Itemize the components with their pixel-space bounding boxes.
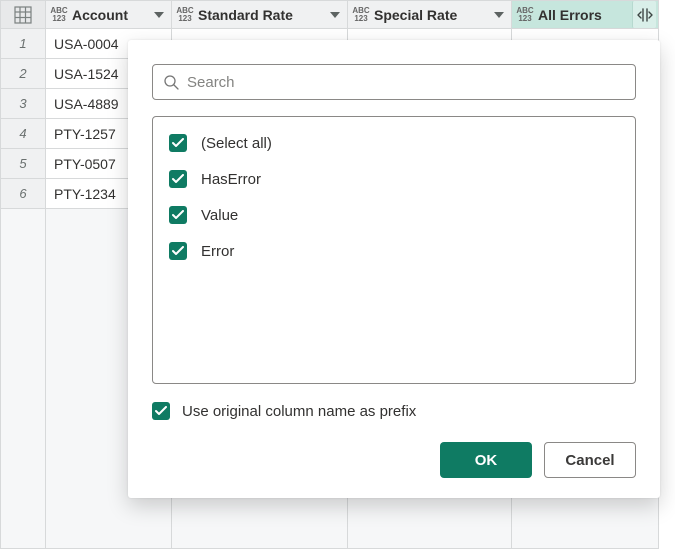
- select-all-cell[interactable]: [1, 1, 46, 29]
- expand-column-icon[interactable]: [632, 1, 656, 28]
- column-header-all-errors[interactable]: ABC123 All Errors: [512, 1, 659, 29]
- expand-column-dialog: (Select all) HasError Value Error Use or…: [128, 40, 660, 498]
- row-number: 2: [1, 59, 46, 89]
- column-header-standard-rate[interactable]: ABC123 Standard Rate: [172, 1, 348, 29]
- cancel-button[interactable]: Cancel: [544, 442, 636, 478]
- checkbox-checked-icon: [169, 242, 187, 260]
- datatype-any-icon: ABC123: [176, 7, 194, 23]
- table-icon: [14, 6, 32, 24]
- column-header-special-rate[interactable]: ABC123 Special Rate: [348, 1, 512, 29]
- filter-dropdown-icon[interactable]: [149, 5, 169, 25]
- checkbox-checked-icon: [169, 170, 187, 188]
- search-field-wrapper[interactable]: [152, 64, 636, 100]
- search-icon: [163, 74, 179, 90]
- checkbox-checked-icon: [152, 402, 170, 420]
- option-has-error[interactable]: HasError: [169, 167, 619, 191]
- datatype-any-icon: ABC123: [50, 7, 68, 23]
- datatype-any-icon: ABC123: [352, 7, 370, 23]
- column-label: Account: [72, 7, 145, 23]
- option-label: HasError: [201, 171, 261, 188]
- datatype-any-icon: ABC123: [516, 7, 534, 23]
- column-label: Standard Rate: [198, 7, 321, 23]
- checkbox-checked-icon: [169, 206, 187, 224]
- option-label: Error: [201, 243, 234, 260]
- row-number: 4: [1, 119, 46, 149]
- column-label: All Errors: [538, 7, 628, 23]
- option-select-all[interactable]: (Select all): [169, 131, 619, 155]
- column-label: Special Rate: [374, 7, 485, 23]
- row-number: 5: [1, 149, 46, 179]
- dialog-buttons: OK Cancel: [152, 442, 636, 478]
- use-prefix-label: Use original column name as prefix: [182, 403, 416, 420]
- filter-dropdown-icon[interactable]: [325, 5, 345, 25]
- row-number: 1: [1, 29, 46, 59]
- option-label: Value: [201, 207, 238, 224]
- search-input[interactable]: [187, 74, 625, 91]
- use-prefix-option[interactable]: Use original column name as prefix: [152, 402, 636, 420]
- column-header-account[interactable]: ABC123 Account: [46, 1, 172, 29]
- checkbox-checked-icon: [169, 134, 187, 152]
- option-label: (Select all): [201, 135, 272, 152]
- row-number: 6: [1, 179, 46, 209]
- option-error[interactable]: Error: [169, 239, 619, 263]
- filter-dropdown-icon[interactable]: [489, 5, 509, 25]
- row-number: 3: [1, 89, 46, 119]
- option-value[interactable]: Value: [169, 203, 619, 227]
- column-select-list: (Select all) HasError Value Error: [152, 116, 636, 384]
- ok-button[interactable]: OK: [440, 442, 532, 478]
